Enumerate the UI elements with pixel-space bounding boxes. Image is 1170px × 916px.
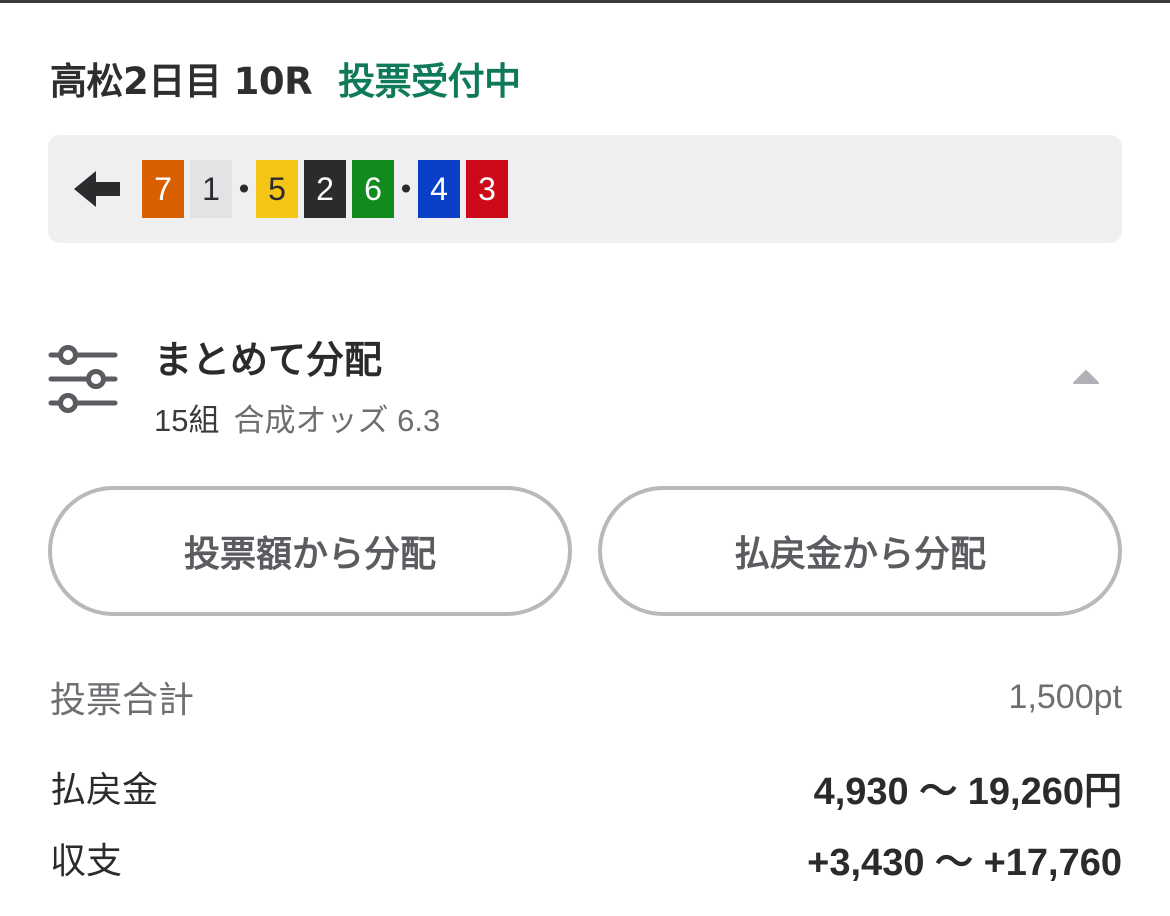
balance-label: 収支 xyxy=(50,841,123,882)
payout-value: 4,930 〜 19,260円 xyxy=(813,770,1122,813)
balance-value: +3,430 〜 +17,760 xyxy=(807,841,1122,884)
voting-status: 投票受付中 xyxy=(338,60,521,103)
boat-number-7: 7 xyxy=(142,160,184,218)
boat-number-2: 2 xyxy=(304,160,346,218)
distribute-by-amount-button[interactable]: 投票額から分配 xyxy=(48,486,572,616)
distribution-title: まとめて分配 xyxy=(154,338,383,382)
bulk-distribution-header[interactable]: まとめて分配 15組 合成オッズ 6.3 xyxy=(48,325,1122,438)
balance-row: 収支 +3,430 〜 +17,760 xyxy=(50,833,1122,884)
total-bet-value: 1,500pt xyxy=(1008,677,1122,716)
arrow-left-icon xyxy=(72,169,124,209)
payout-label: 払戻金 xyxy=(50,770,159,811)
distribution-summary: 15組 合成オッズ 6.3 xyxy=(154,395,440,440)
boat-number-5: 5 xyxy=(256,160,298,218)
group-separator: • xyxy=(235,172,253,206)
total-bet-label: 投票合計 xyxy=(50,680,195,721)
combined-odds: 合成オッズ 6.3 xyxy=(233,403,441,438)
sliders-icon xyxy=(48,343,118,415)
boat-number-1: 1 xyxy=(190,160,232,218)
group-separator: • xyxy=(397,172,415,206)
top-divider xyxy=(0,0,1170,3)
boat-number-4: 4 xyxy=(418,160,460,218)
combination-count: 15組 xyxy=(154,403,220,438)
caret-up-icon[interactable] xyxy=(1072,367,1100,385)
combination-numbers: 7 1 • 5 2 6 • 4 3 xyxy=(142,160,508,218)
boat-number-3: 3 xyxy=(466,160,508,218)
distribute-by-payout-button[interactable]: 払戻金から分配 xyxy=(598,486,1122,616)
payout-row: 払戻金 4,930 〜 19,260円 xyxy=(50,762,1122,813)
boat-number-6: 6 xyxy=(352,160,394,218)
race-title: 高松2日目 10R xyxy=(50,60,313,103)
combination-panel: 7 1 • 5 2 6 • 4 3 xyxy=(48,135,1122,243)
race-header: 高松2日目 10R 投票受付中 xyxy=(50,52,521,104)
total-bet-row: 投票合計 1,500pt xyxy=(50,672,1122,722)
